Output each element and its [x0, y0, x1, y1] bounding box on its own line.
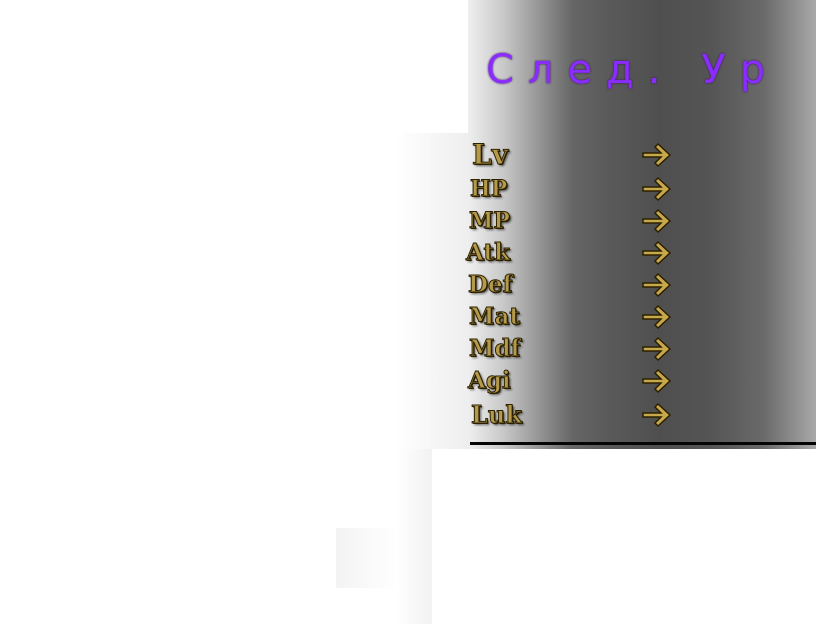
game-screen: След. Ур Lv HP MP Atk Def Mat Mdf Agi Lu…	[0, 0, 816, 624]
arrow-right-icon	[642, 240, 672, 266]
stat-row-agi: Agi	[466, 364, 806, 398]
stat-row-luk: Luk	[466, 398, 806, 432]
window-shadow-left	[396, 133, 468, 449]
arrow-right-icon	[642, 368, 672, 394]
stat-label-atk: Atk	[465, 239, 511, 267]
arrow-right-icon	[642, 336, 672, 362]
arrow-right-icon	[642, 142, 672, 168]
stat-label-hp: HP	[469, 176, 508, 203]
window-shadow-small	[336, 528, 396, 588]
arrow-right-icon	[642, 176, 672, 202]
arrow-right-icon	[642, 208, 672, 234]
stats-list: Lv HP MP Atk Def Mat Mdf Agi Luk	[465, 138, 806, 438]
stat-row-mp: MP	[466, 204, 806, 238]
panel-divider	[470, 442, 816, 445]
stat-label-mp: MP	[469, 208, 511, 235]
arrow-right-icon	[642, 272, 672, 298]
arrow-right-icon	[642, 402, 672, 428]
stat-row-lv: Lv	[466, 138, 806, 172]
stat-label-mdf: Mdf	[468, 335, 521, 363]
stat-label-lv: Lv	[472, 138, 509, 172]
stat-label-def: Def	[467, 271, 513, 299]
stat-row-def: Def	[466, 268, 806, 302]
stat-row-hp: HP	[466, 172, 806, 206]
arrow-right-icon	[642, 304, 672, 330]
stat-row-mat: Mat	[466, 300, 806, 334]
stat-row-atk: Atk	[465, 236, 806, 270]
stat-label-mat: Mat	[469, 303, 521, 331]
panel-title: След. Ур	[486, 47, 779, 93]
stat-label-agi: Agi	[468, 367, 512, 395]
stat-label-luk: Luk	[471, 400, 523, 430]
window-shadow-lower	[396, 449, 432, 624]
stat-row-mdf: Mdf	[466, 332, 806, 366]
